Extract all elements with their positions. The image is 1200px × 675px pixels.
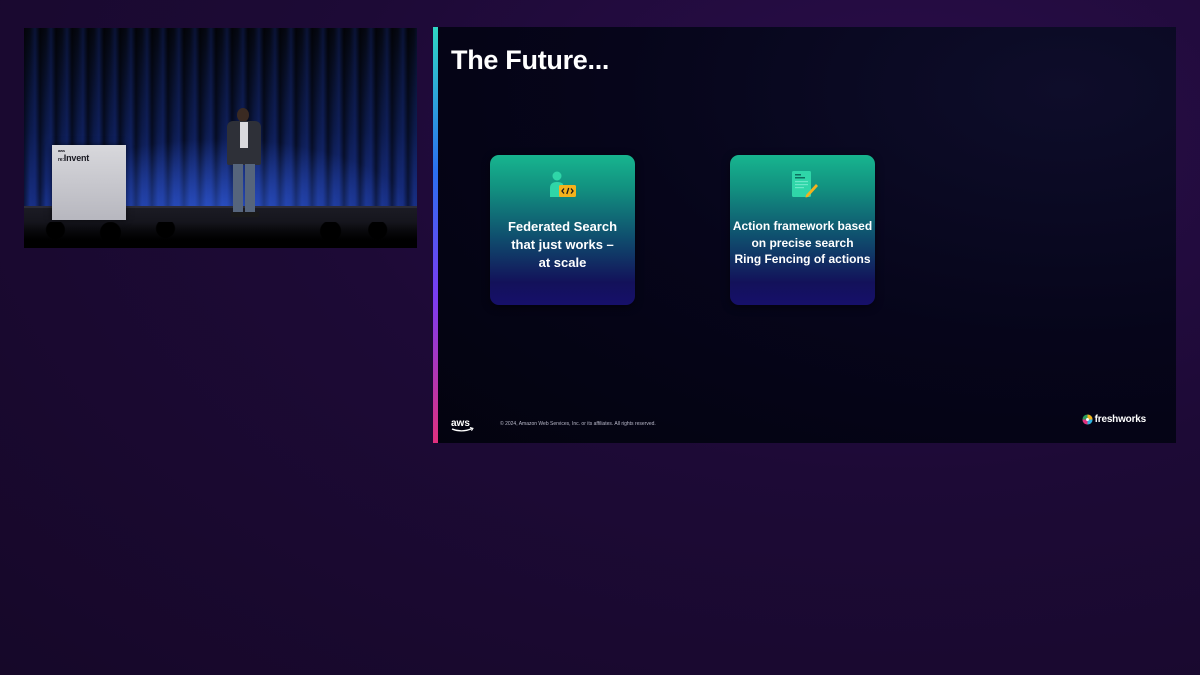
freshworks-logo: freshworks [1082, 414, 1146, 425]
developer-code-icon [549, 171, 576, 197]
card-line: Ring Fencing of actions [734, 252, 871, 266]
slide-accent-bar [433, 27, 438, 443]
card-line: Action framework based [732, 219, 873, 233]
card-line: Federated Search [507, 219, 618, 234]
freshworks-logo-text: freshworks [1094, 414, 1147, 425]
presentation-slide: The Future... Federated Search that just… [433, 27, 1176, 443]
speaker-video-feed: aws re:Invent [24, 28, 417, 248]
slide-title: The Future... [451, 45, 610, 75]
freshworks-logo-icon [1082, 414, 1093, 425]
audience-silhouettes [24, 222, 417, 248]
podium-logo-text: Invent [63, 153, 90, 163]
presenter-figure [223, 108, 267, 220]
podium: aws re:Invent [52, 145, 126, 220]
card-line: at scale [538, 255, 587, 270]
aws-logo-icon: aws [451, 418, 474, 432]
document-edit-icon [791, 171, 818, 198]
aws-logo-text: aws [451, 418, 470, 429]
feature-card-action-framework: Action framework based on precise search… [730, 155, 875, 305]
card-line: on precise search [751, 235, 854, 250]
copyright-text: © 2024, Amazon Web Services, Inc. or its… [500, 421, 656, 427]
card-line: that just works – [511, 237, 614, 252]
card-text: Federated Search that just works – at sc… [490, 218, 635, 272]
podium-logo: aws re:Invent [58, 149, 90, 164]
feature-card-federated-search: Federated Search that just works – at sc… [490, 155, 635, 305]
card-text: Action framework based on precise search… [730, 218, 875, 268]
